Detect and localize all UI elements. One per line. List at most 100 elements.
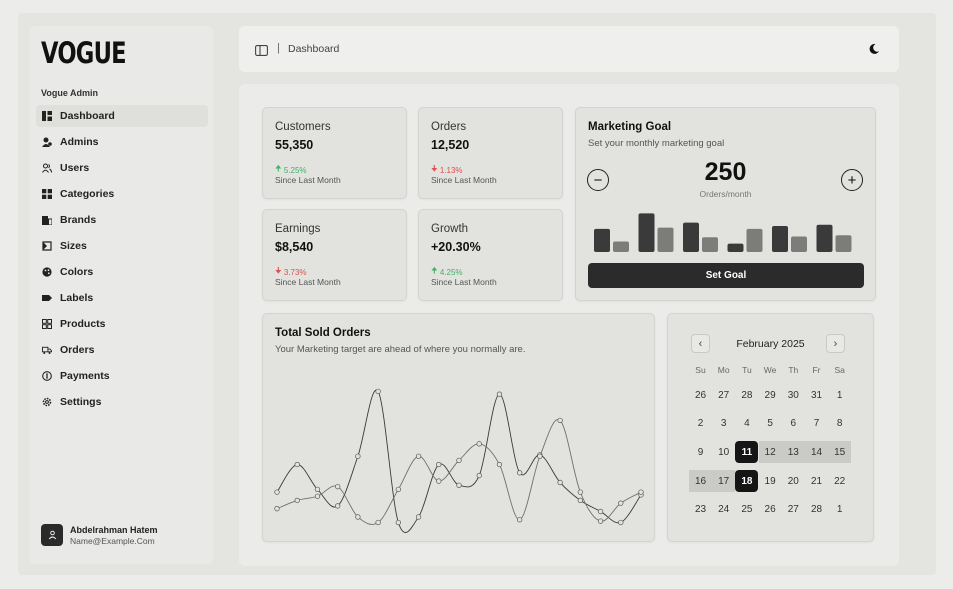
user-profile[interactable]: Abdelrahman Hatem Name@Example.Com <box>41 524 158 546</box>
calendar-day[interactable]: 27 <box>782 499 805 521</box>
calendar-day[interactable]: 15 <box>828 441 852 464</box>
calendar-day[interactable]: 11 <box>735 441 759 464</box>
breadcrumb[interactable]: Dashboard <box>288 43 339 55</box>
data-point <box>577 489 583 495</box>
calendar-day[interactable]: 12 <box>758 441 782 464</box>
user-icon <box>48 530 56 540</box>
goal-bar-light <box>791 236 807 252</box>
data-point <box>436 461 442 468</box>
stat-value: 12,520 <box>431 138 470 152</box>
data-point <box>476 472 482 479</box>
sidebar-section-label: Vogue Admin <box>41 88 98 98</box>
sidebar-item-products[interactable]: Products <box>36 313 208 335</box>
stat-label: Growth <box>431 223 469 235</box>
sidebar-item-label: Categories <box>60 188 115 200</box>
next-month-button[interactable]: › <box>826 334 845 353</box>
stat-value: $8,540 <box>275 240 314 254</box>
calendar-day[interactable]: 21 <box>805 470 828 492</box>
weekday-label: Tu <box>742 365 752 375</box>
calendar-day[interactable]: 17 <box>712 470 736 493</box>
calendar-day[interactable]: 25 <box>735 499 758 521</box>
truck-icon <box>42 345 52 355</box>
data-point <box>476 441 482 447</box>
sidebar-item-label: Orders <box>60 344 95 356</box>
sidebar-item-label: Labels <box>60 292 94 304</box>
calendar-day[interactable]: 1 <box>828 384 851 406</box>
top-header: | Dashboard <box>239 26 899 72</box>
sidebar-item-colors[interactable]: Colors <box>36 261 208 283</box>
card-subtitle: Set your monthly marketing goal <box>588 138 725 149</box>
sidebar-item-label: Settings <box>60 396 102 408</box>
card-subtitle: Your Marketing target are ahead of where… <box>275 344 526 355</box>
calendar-day[interactable]: 10 <box>712 441 735 463</box>
calendar-day[interactable]: 3 <box>712 413 735 435</box>
sidebar-item-brands[interactable]: Brands <box>36 209 208 231</box>
set-goal-button[interactable]: Set Goal <box>588 263 864 288</box>
calendar-day[interactable]: 19 <box>759 470 782 492</box>
payments-icon <box>42 371 52 381</box>
calendar-day[interactable]: 1 <box>828 499 851 521</box>
goal-bar-dark <box>683 222 699 252</box>
calendar-day[interactable]: 9 <box>689 441 712 463</box>
goal-bar-light <box>657 227 674 252</box>
moon-icon[interactable] <box>868 42 880 60</box>
data-point <box>375 519 381 526</box>
calendar-day[interactable]: 5 <box>759 413 782 435</box>
calendar-day[interactable]: 28 <box>735 384 758 406</box>
data-point <box>314 486 321 493</box>
calendar-day[interactable]: 22 <box>828 470 851 492</box>
data-point <box>355 453 361 459</box>
data-point <box>375 388 381 395</box>
data-point <box>597 518 604 524</box>
goal-bar-light <box>702 237 718 252</box>
stat-card-growth: Growth +20.30% 🠉 4.25% Since Last Month <box>418 209 563 301</box>
sidebar-item-labels[interactable]: Labels <box>36 287 208 309</box>
sidebar: VOGUE Vogue Admin Dashboard Admins Users… <box>29 26 213 564</box>
calendar-day[interactable]: 26 <box>689 384 712 406</box>
data-point <box>294 497 300 504</box>
calendar-day[interactable]: 31 <box>805 384 828 406</box>
calendar-day[interactable]: 20 <box>782 470 805 492</box>
calendar-day[interactable]: 16 <box>689 470 712 493</box>
sidebar-item-orders[interactable]: Orders <box>36 339 208 361</box>
sidebar-item-users[interactable]: Users <box>36 157 208 179</box>
calendar-day[interactable]: 26 <box>759 499 782 521</box>
calendar-day[interactable]: 24 <box>712 499 735 521</box>
goal-bar-light <box>613 241 629 252</box>
calendar-day[interactable]: 28 <box>805 499 828 521</box>
sidebar-item-sizes[interactable]: Sizes <box>36 235 208 257</box>
data-point <box>597 508 604 515</box>
stat-label: Orders <box>431 121 467 133</box>
data-point <box>335 503 341 509</box>
sidebar-item-admins[interactable]: Admins <box>36 131 208 153</box>
sidebar-item-label: Payments <box>60 370 110 382</box>
calendar-day[interactable]: 13 <box>781 441 805 464</box>
calendar-day[interactable]: 4 <box>735 413 758 435</box>
data-point <box>496 461 503 468</box>
data-point <box>395 486 401 493</box>
sidebar-item-categories[interactable]: Categories <box>36 183 208 205</box>
stat-since: Since Last Month <box>275 175 341 185</box>
calendar-day[interactable]: 7 <box>805 413 828 435</box>
weekday-label: Su <box>695 365 706 375</box>
stat-card-orders: Orders 12,520 🠋 1.13% Since Last Month <box>418 107 563 199</box>
calendar-day[interactable]: 30 <box>782 384 805 406</box>
data-point <box>314 493 321 499</box>
weekday-label: Mo <box>717 365 730 375</box>
sidebar-item-settings[interactable]: Settings <box>36 391 208 413</box>
calendar-day[interactable]: 6 <box>782 413 805 435</box>
sidebar-toggle-icon[interactable] <box>255 43 268 61</box>
sidebar-item-payments[interactable]: Payments <box>36 365 208 387</box>
sidebar-item-label: Products <box>60 318 106 330</box>
calendar-day[interactable]: 18 <box>735 470 759 493</box>
sidebar-item-dashboard[interactable]: Dashboard <box>36 105 208 127</box>
calendar-day[interactable]: 2 <box>689 413 712 435</box>
calendar-day[interactable]: 27 <box>712 384 735 406</box>
calendar-day[interactable]: 23 <box>689 499 712 521</box>
calendar-day[interactable]: 8 <box>828 413 851 435</box>
sidebar-nav: Dashboard Admins Users Categories Brands… <box>36 105 208 417</box>
calendar-day[interactable]: 29 <box>759 384 782 406</box>
calendar-day[interactable]: 14 <box>805 441 828 464</box>
stat-card-customers: Customers 55,350 🠉 5.25% Since Last Mont… <box>262 107 407 199</box>
brand-logo[interactable]: VOGUE <box>41 36 127 70</box>
